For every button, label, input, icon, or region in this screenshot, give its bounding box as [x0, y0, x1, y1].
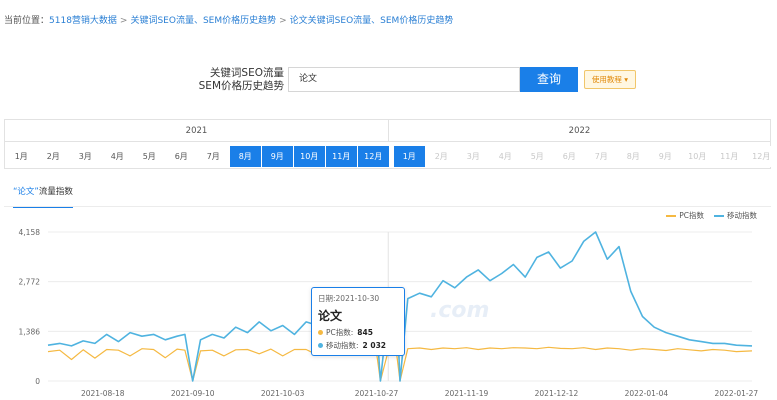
x-tick-label: 2022-01-27 [715, 389, 759, 398]
tooltip-dot-mobile [318, 343, 323, 348]
chart-tooltip: 日期:2021-10-30 论文 PC指数: 845 移动指数: 2 032 [311, 287, 405, 356]
x-tick-label: 2021-08-18 [81, 389, 125, 398]
x-tick-label: 2021-10-27 [355, 389, 399, 398]
y-tick-label: 0 [35, 377, 40, 386]
x-tick-label: 2022-01-04 [625, 389, 669, 398]
tooltip-mobile-label: 移动指数: [326, 341, 359, 350]
x-tick-label: 2021-12-12 [535, 389, 579, 398]
x-tick-label: 2021-10-03 [261, 389, 305, 398]
y-tick-label: 1,386 [19, 327, 41, 336]
x-tick-label: 2021-11-19 [445, 389, 489, 398]
tooltip-date: 日期:2021-10-30 [318, 294, 380, 303]
tooltip-pc-label: PC指数: [326, 328, 354, 337]
y-tick-label: 2,772 [19, 278, 41, 287]
tooltip-row-mobile: 移动指数: 2 032 [318, 340, 398, 351]
tooltip-keyword: 论文 [318, 309, 343, 323]
y-tick-label: 4,158 [19, 228, 41, 237]
tooltip-mobile-value: 2 032 [362, 341, 387, 350]
x-tick-label: 2021-09-10 [171, 389, 215, 398]
tooltip-row-pc: PC指数: 845 [318, 327, 398, 338]
tooltip-dot-pc [318, 330, 323, 335]
tooltip-pc-value: 845 [357, 328, 373, 337]
